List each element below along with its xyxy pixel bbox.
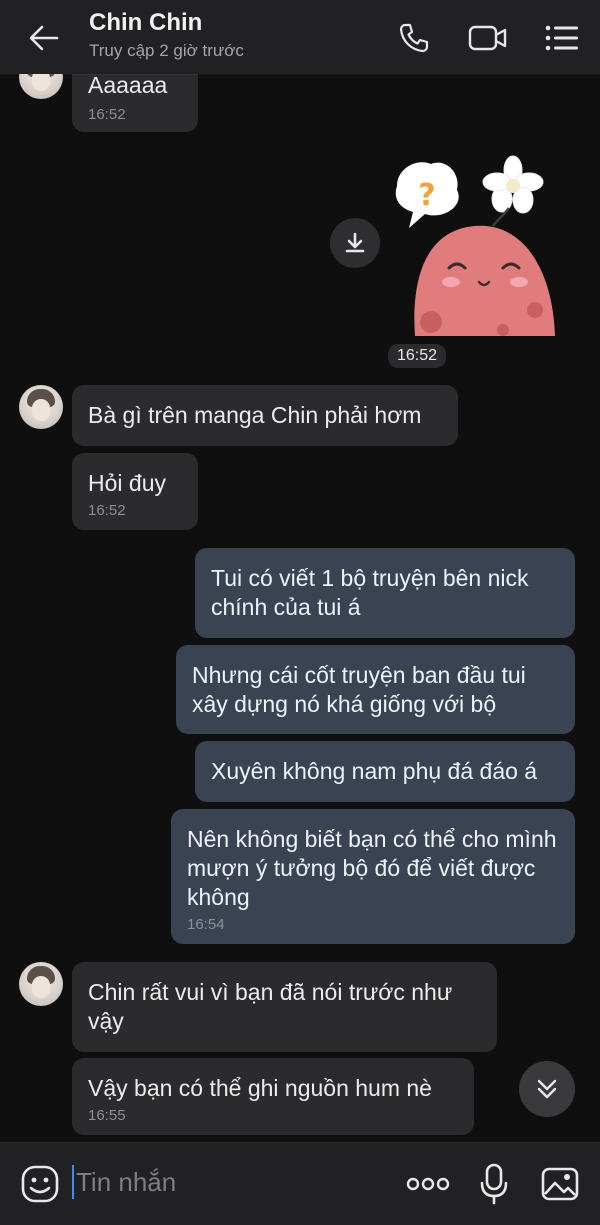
microphone-icon: [480, 1163, 508, 1205]
message-bubble[interactable]: Bà gì trên manga Chin phải hơm: [72, 385, 458, 446]
video-camera-icon: [468, 25, 507, 51]
svg-text:?: ?: [418, 178, 435, 213]
sticker-image[interactable]: ?: [385, 150, 565, 340]
more-dots-icon: [406, 1177, 450, 1191]
message-bubble[interactable]: Vậy bạn có thể ghi nguồn hum nè 16:55: [72, 1058, 474, 1135]
contact-name[interactable]: Chin Chin: [89, 9, 202, 37]
more-options-button[interactable]: [405, 1167, 451, 1201]
image-picker-button[interactable]: [538, 1162, 582, 1206]
image-icon: [541, 1167, 579, 1201]
message-bubble[interactable]: Nhưng cái cốt truyện ban đầu tui xây dựn…: [176, 645, 575, 734]
message-bubble[interactable]: Hỏi đuy 16:52: [72, 453, 198, 530]
sticker-emoji-icon: [21, 1165, 59, 1203]
last-seen-status: Truy cập 2 giờ trước: [89, 41, 244, 60]
message-time: 16:54: [187, 916, 225, 933]
download-button[interactable]: [330, 218, 380, 268]
contact-avatar[interactable]: [19, 385, 63, 429]
emoji-button[interactable]: [18, 1162, 62, 1206]
message-text: Nhưng cái cốt truyện ban đầu tui xây dựn…: [192, 662, 526, 717]
menu-button[interactable]: [540, 17, 584, 59]
video-call-button[interactable]: [465, 17, 511, 59]
message-bubble[interactable]: Tui có viết 1 bộ truyện bên nick chính c…: [195, 548, 575, 638]
message-bubble[interactable]: Nên không biết bạn có thể cho mình mượn …: [171, 809, 575, 944]
back-arrow-icon: [29, 25, 59, 51]
voice-message-button[interactable]: [474, 1161, 514, 1207]
message-input-bar: Tin nhắn: [0, 1142, 600, 1225]
sticker-time: 16:52: [388, 344, 447, 368]
message-input[interactable]: Tin nhắn: [76, 1167, 176, 1198]
message-text: Xuyên không nam phụ đá đáo á: [211, 758, 538, 784]
message-bubble[interactable]: Chin rất vui vì bạn đã nói trước như vậy: [72, 962, 497, 1052]
message-text: Hỏi đuy: [88, 470, 166, 496]
message-bubble[interactable]: Xuyên không nam phụ đá đáo á: [195, 741, 575, 802]
scroll-to-bottom-button[interactable]: [519, 1061, 575, 1117]
message-text: Bà gì trên manga Chin phải hơm: [88, 402, 422, 428]
message-text: Nên không biết bạn có thể cho mình mượn …: [187, 826, 557, 910]
message-time: 16:52: [88, 502, 126, 519]
message-text: Chin rất vui vì bạn đã nói trước như vậy: [88, 979, 453, 1034]
contact-avatar[interactable]: [19, 962, 63, 1006]
text-cursor: [72, 1165, 74, 1199]
chat-header: Chin Chin Truy cập 2 giờ trước: [0, 0, 600, 74]
call-button[interactable]: [392, 17, 436, 59]
message-text: Tui có viết 1 bộ truyện bên nick chính c…: [211, 565, 529, 620]
message-text: Aaaaaa: [88, 72, 168, 98]
back-button[interactable]: [22, 18, 66, 58]
message-time: 16:52: [88, 106, 126, 123]
message-text: Vậy bạn có thể ghi nguồn hum nè: [88, 1075, 432, 1101]
menu-list-icon: [545, 25, 578, 51]
download-icon: [345, 232, 365, 253]
message-time: 16:55: [88, 1107, 126, 1124]
double-chevron-down-icon: [537, 1079, 557, 1099]
phone-icon: [399, 23, 429, 53]
